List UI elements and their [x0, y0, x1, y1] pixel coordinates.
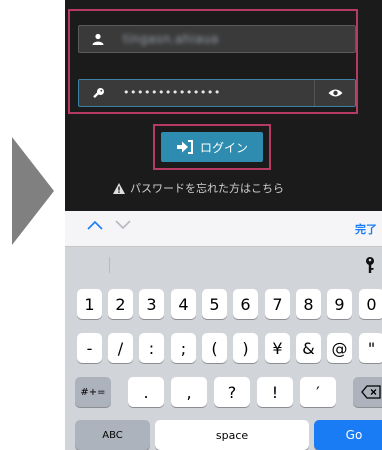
key-quote[interactable]: ": [359, 333, 382, 363]
key-0[interactable]: 0: [359, 289, 382, 319]
password-value: ••••••••••••••: [123, 86, 221, 99]
username-value: tingasn.ahiaua: [123, 32, 219, 46]
suggestion-divider: [109, 257, 110, 273]
symbols-mode-key[interactable]: #+=: [75, 377, 111, 407]
key-apostrophe[interactable]: ′: [300, 377, 336, 407]
key-yen[interactable]: ¥: [265, 333, 290, 363]
key-3[interactable]: 3: [139, 289, 164, 319]
phone-screen: tingasn.ahiaua •••••••••••••• ログイン パスワード…: [65, 0, 382, 450]
key-at[interactable]: @: [327, 333, 352, 363]
previous-field-icon[interactable]: [87, 220, 103, 230]
key-open-paren[interactable]: (: [202, 333, 227, 363]
forgot-password-link[interactable]: パスワードを忘れた方はこちら: [113, 180, 284, 196]
key-ampersand[interactable]: &: [296, 333, 321, 363]
warning-icon: [113, 182, 125, 194]
keyboard: 完了 1 2 3 4 5 6 7 8 9 0 - / : ; ( ) ¥ & @…: [65, 211, 382, 450]
credentials-highlight: tingasn.ahiaua ••••••••••••••: [68, 9, 358, 114]
login-button-label: ログイン: [199, 140, 248, 155]
key-1[interactable]: 1: [77, 289, 102, 319]
abc-key[interactable]: ABC: [75, 420, 150, 450]
keyboard-toolbar: 完了: [65, 211, 382, 247]
show-password-icon[interactable]: [314, 80, 355, 106]
go-key[interactable]: Go: [314, 420, 382, 450]
delete-key[interactable]: [353, 377, 382, 407]
key-hyphen[interactable]: -: [77, 333, 102, 363]
step-arrow-icon: [12, 137, 54, 245]
key-icon: [79, 80, 117, 106]
login-button[interactable]: ログイン: [161, 132, 263, 162]
done-button[interactable]: 完了: [355, 221, 377, 237]
key-colon[interactable]: :: [139, 333, 164, 363]
sign-in-icon: [176, 140, 193, 154]
key-slash[interactable]: /: [108, 333, 133, 363]
key-5[interactable]: 5: [202, 289, 227, 319]
key-question[interactable]: ?: [214, 377, 250, 407]
key-comma[interactable]: ,: [171, 377, 207, 407]
passwords-key-icon[interactable]: [365, 256, 375, 274]
forgot-password-label: パスワードを忘れた方はこちら: [130, 182, 284, 195]
key-2[interactable]: 2: [108, 289, 133, 319]
user-icon: [79, 26, 117, 52]
username-field[interactable]: tingasn.ahiaua: [78, 25, 356, 53]
key-9[interactable]: 9: [327, 289, 352, 319]
next-field-icon[interactable]: [115, 220, 131, 230]
key-period[interactable]: .: [128, 377, 164, 407]
backspace-icon: [361, 385, 381, 399]
key-7[interactable]: 7: [265, 289, 290, 319]
space-key[interactable]: space: [155, 420, 309, 450]
key-semicolon[interactable]: ;: [171, 333, 196, 363]
key-8[interactable]: 8: [296, 289, 321, 319]
key-4[interactable]: 4: [171, 289, 196, 319]
key-exclamation[interactable]: !: [257, 377, 293, 407]
password-field[interactable]: ••••••••••••••: [78, 79, 356, 107]
suggestion-bar: [65, 247, 382, 283]
key-close-paren[interactable]: ): [233, 333, 258, 363]
key-6[interactable]: 6: [233, 289, 258, 319]
login-button-highlight: ログイン: [153, 124, 271, 170]
